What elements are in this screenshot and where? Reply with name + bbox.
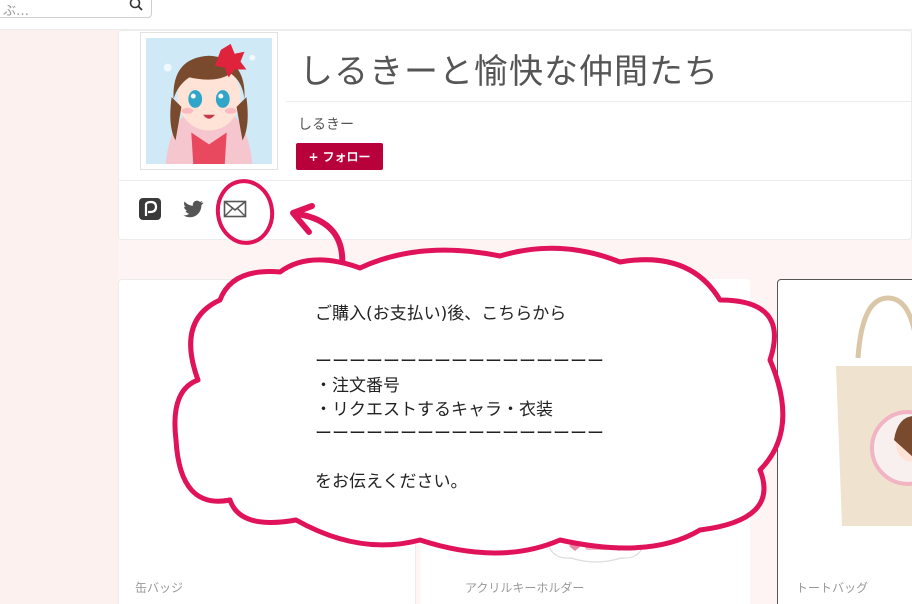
- shop-title: しるきーと愉快な仲間たち: [299, 52, 719, 92]
- divider: [118, 180, 912, 181]
- callout-line: [315, 326, 604, 350]
- tote-bag-image: [836, 295, 912, 526]
- follow-label: フォロー: [322, 150, 371, 164]
- left-margin: [0, 30, 118, 604]
- avatar[interactable]: [140, 32, 278, 170]
- owner-name[interactable]: しるきー: [298, 114, 354, 134]
- search-box[interactable]: ぶ…: [0, 0, 152, 19]
- callout-line: ご購入(お支払い)後、こちらから: [315, 304, 567, 324]
- product-card[interactable]: トートバッグ: [777, 279, 912, 604]
- callout-line: [315, 446, 604, 470]
- search-icon[interactable]: [129, 0, 143, 11]
- keyholder-image: [546, 531, 646, 563]
- twitter-icon[interactable]: [181, 197, 205, 221]
- callout-line: をお伝えください。: [315, 472, 468, 492]
- product-label: アクリルキーホルダー: [465, 581, 585, 595]
- callout-text: ご購入(お支払い)後、こちらから ーーーーーーーーーーーーーーーーー ・注文番号…: [315, 302, 604, 494]
- plus-icon: +: [308, 149, 319, 164]
- search-input[interactable]: ぶ…: [3, 0, 29, 19]
- product-label: トートバッグ: [796, 581, 869, 595]
- follow-button[interactable]: + フォロー: [296, 143, 383, 170]
- callout-line: ・リクエストするキャラ・衣装: [315, 400, 553, 420]
- pixiv-icon[interactable]: [138, 197, 162, 221]
- callout-line: ーーーーーーーーーーーーーーーーー: [315, 424, 604, 444]
- callout-line: ーーーーーーーーーーーーーーーーー: [315, 352, 604, 372]
- avatar-illustration: [146, 38, 272, 164]
- callout-line: ・注文番号: [315, 376, 400, 396]
- mail-icon[interactable]: [223, 197, 247, 221]
- product-label: 缶バッジ: [135, 581, 184, 595]
- top-bar: ぶ…: [0, 0, 912, 30]
- divider: [286, 101, 912, 102]
